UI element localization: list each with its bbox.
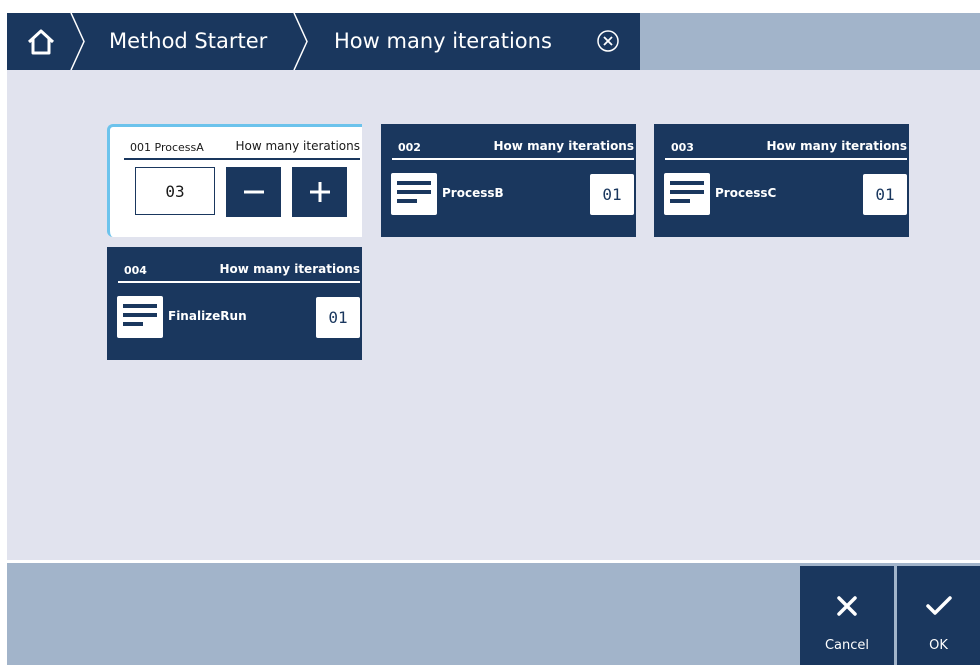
card-question: How many iterations xyxy=(493,139,634,153)
ok-button[interactable]: OK xyxy=(897,566,980,665)
process-icon xyxy=(117,296,163,338)
home-icon xyxy=(27,29,55,54)
breadcrumb-separator-icon xyxy=(293,13,308,70)
card-header: 004 How many iterations xyxy=(118,261,360,283)
card-process-name: ProcessB xyxy=(442,186,504,200)
card-process-name: FinalizeRun xyxy=(168,309,247,323)
iteration-count-box[interactable]: 01 xyxy=(590,174,634,215)
close-breadcrumb-icon[interactable] xyxy=(596,29,620,53)
iteration-count-box[interactable]: 01 xyxy=(863,174,907,215)
decrement-button[interactable] xyxy=(226,167,281,217)
breadcrumb-separator-icon xyxy=(70,13,85,70)
minus-icon xyxy=(243,190,264,194)
breadcrumb: Method Starter How many iterations xyxy=(7,13,640,70)
card-question: How many iterations xyxy=(219,262,360,276)
ok-label: OK xyxy=(929,638,948,653)
checkmark-icon xyxy=(925,596,952,615)
increment-button[interactable] xyxy=(292,167,347,217)
header-bar: Method Starter How many iterations xyxy=(7,13,980,70)
card-header: 001 ProcessA How many iterations xyxy=(124,138,360,160)
card-process-name: ProcessC xyxy=(715,186,777,200)
card-number: 001 xyxy=(130,141,151,154)
card-question: How many iterations xyxy=(235,139,360,153)
process-card-002[interactable]: 002 How many iterations ProcessB 01 xyxy=(381,124,636,237)
breadcrumb-method-starter[interactable]: Method Starter xyxy=(109,13,267,70)
app-window: Method Starter How many iterations 001 P… xyxy=(7,13,980,665)
process-card-004[interactable]: 004 How many iterations FinalizeRun 01 xyxy=(107,247,362,360)
process-card-001[interactable]: 001 ProcessA How many iterations 03 xyxy=(107,124,362,237)
footer-bar: Cancel OK xyxy=(7,560,980,665)
card-process-name: ProcessA xyxy=(154,141,204,154)
breadcrumb-current-page: How many iterations xyxy=(334,29,552,53)
card-header: 003 How many iterations xyxy=(665,138,907,160)
plus-icon xyxy=(309,182,330,202)
card-question: How many iterations xyxy=(766,139,907,153)
cancel-button[interactable]: Cancel xyxy=(800,566,894,665)
home-button[interactable] xyxy=(7,13,75,70)
card-number: 002 xyxy=(398,141,421,154)
cancel-label: Cancel xyxy=(824,638,870,653)
process-icon xyxy=(664,173,710,215)
process-icon xyxy=(391,173,437,215)
card-header: 002 How many iterations xyxy=(392,138,634,160)
card-number: 003 xyxy=(671,141,694,154)
iteration-count-box[interactable]: 01 xyxy=(316,297,360,338)
iteration-value-field[interactable]: 03 xyxy=(135,167,215,215)
process-card-003[interactable]: 003 How many iterations ProcessC 01 xyxy=(654,124,909,237)
close-icon xyxy=(837,596,857,616)
card-number: 004 xyxy=(124,264,147,277)
card-number-name: 001 ProcessA xyxy=(130,141,204,154)
